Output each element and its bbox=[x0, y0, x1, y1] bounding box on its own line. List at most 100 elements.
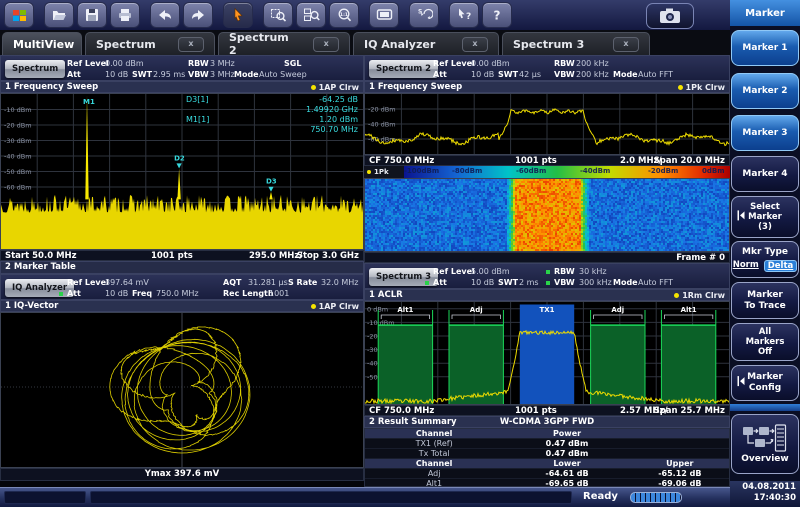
tab-multiview[interactable]: MultiView bbox=[2, 32, 82, 55]
tab-close-button[interactable]: x bbox=[313, 37, 339, 52]
windows-logo-icon[interactable] bbox=[4, 2, 34, 28]
tab-close-button[interactable]: x bbox=[462, 37, 488, 52]
ref-level-label: Ref Level bbox=[433, 59, 475, 68]
aclr-window-titlebar[interactable]: 1 ACLR 1Rm Clrw bbox=[364, 289, 730, 301]
channel-tabbar: MultiView Spectrum x Spectrum 2x IQ Analy… bbox=[0, 30, 730, 55]
date-time-display: 04.08.2011 17:40:30 bbox=[730, 481, 800, 507]
spectrum1-chart[interactable]: -10 dBm-20 dBm-30 dBm-40 dBm-50 dBm-60 d… bbox=[0, 93, 364, 250]
question-mark-icon: ? bbox=[489, 7, 505, 23]
zoom-area-icon bbox=[270, 7, 287, 23]
marker-to-trace-softkey[interactable]: MarkerTo Trace bbox=[731, 282, 799, 319]
select-marker-softkey[interactable]: SelectMarker(3) bbox=[731, 196, 799, 238]
spectrum2-channel-chip[interactable]: Spectrum 2 bbox=[369, 60, 438, 78]
svg-text:Adj: Adj bbox=[611, 306, 624, 314]
svg-text:-60 dBm: -60 dBm bbox=[4, 184, 32, 192]
marker-level: 1.20 dBm bbox=[319, 115, 358, 125]
vbw-label: VBW bbox=[554, 278, 575, 287]
all-markers-off-softkey[interactable]: AllMarkersOff bbox=[731, 323, 799, 361]
svg-text:?: ? bbox=[466, 12, 471, 22]
iq-analyzer-header: IQ Analyzer Ref Level 397.64 mV AQT 31.2… bbox=[0, 274, 364, 300]
tab-close-button[interactable]: x bbox=[613, 37, 639, 52]
iq-vector-chart[interactable] bbox=[0, 312, 364, 468]
tab-spectrum2[interactable]: Spectrum 2x bbox=[218, 32, 350, 55]
aqt-label: AQT bbox=[223, 278, 241, 287]
marker-config-softkey[interactable]: MarkerConfig bbox=[731, 365, 799, 401]
left-arrow-bar-icon bbox=[737, 210, 745, 224]
zoom-area-button[interactable] bbox=[263, 2, 293, 28]
overview-softkey[interactable]: Overview bbox=[731, 414, 799, 474]
undo-arrow-icon bbox=[157, 7, 173, 23]
status-green-dot bbox=[546, 270, 550, 274]
result-summary-titlebar[interactable]: 2 Result Summary W-CDMA 3GPP FWD bbox=[364, 416, 730, 428]
ref-level-label: Ref Level bbox=[67, 278, 109, 287]
delta-toggle[interactable]: Delta bbox=[764, 260, 798, 272]
spectrum3-header: Spectrum 3 Ref Level 5.00 dBm RBW 30 kHz… bbox=[364, 263, 730, 289]
rbw-value: 3 MHz bbox=[210, 59, 235, 68]
marker-table-titlebar[interactable]: 2 Marker Table bbox=[0, 261, 364, 274]
vbw-value: 300 kHz bbox=[579, 278, 612, 287]
marker-name: M1[1] bbox=[186, 115, 209, 125]
mode-label: Mode bbox=[613, 70, 638, 79]
print-button[interactable] bbox=[110, 2, 140, 28]
svg-text:Alt1: Alt1 bbox=[681, 306, 697, 314]
tab-label: Spectrum bbox=[96, 38, 156, 51]
att-value: 10 dB bbox=[105, 70, 128, 79]
iq-vector-window-titlebar[interactable]: 1 IQ-Vector 1AP Clrw bbox=[0, 300, 364, 312]
window-title: 1 IQ-Vector bbox=[5, 301, 58, 311]
display-layout-button[interactable] bbox=[369, 2, 399, 28]
swt-value: 2 ms bbox=[519, 278, 539, 287]
standard-name: W-CDMA 3GPP FWD bbox=[500, 417, 594, 428]
tab-spectrum[interactable]: Spectrum x bbox=[85, 32, 215, 55]
marker3-softkey[interactable]: Marker 3 bbox=[731, 115, 799, 151]
window-title: 1 Frequency Sweep bbox=[5, 82, 98, 92]
center-freq: CF 750.0 MHz bbox=[369, 156, 434, 166]
scale-tick: -100dBm bbox=[404, 167, 439, 175]
pointer-select-button[interactable] bbox=[223, 2, 253, 28]
sync-refresh-icon: S bbox=[416, 7, 433, 23]
zoom-multi-button[interactable] bbox=[296, 2, 326, 28]
aclr-chart[interactable]: 0 dBm-10 dBm-20 dBm-30 dBm-40 dBm-50 dBm… bbox=[364, 301, 730, 405]
screenshot-camera-button[interactable] bbox=[646, 3, 694, 29]
marker2-softkey[interactable]: Marker 2 bbox=[731, 73, 799, 109]
marker4-softkey[interactable]: Marker 4 bbox=[731, 156, 799, 192]
spectrum2-chart[interactable]: -20 dBm-40 dBm-60 dBm bbox=[364, 93, 730, 155]
context-help-button[interactable]: ? bbox=[449, 2, 479, 28]
result-summary-table: ChannelPower TX1 (Ref)0.47 dBm Tx Total0… bbox=[364, 428, 730, 487]
svg-text:-10 dBm: -10 dBm bbox=[4, 106, 32, 114]
softkey-menu-title: Marker bbox=[730, 0, 800, 26]
tab-spectrum3[interactable]: Spectrum 3x bbox=[502, 32, 650, 55]
mode-value: Auto Sweep bbox=[259, 70, 307, 79]
swt-label: SWT bbox=[132, 70, 152, 79]
windows-logo-glyph bbox=[12, 8, 27, 23]
save-button[interactable] bbox=[77, 2, 107, 28]
sync-refresh-button[interactable]: S bbox=[409, 2, 439, 28]
spectrum1-header: Spectrum Ref Level 0.00 dBm RBW 3 MHz SG… bbox=[0, 55, 364, 81]
spectrum2-window-titlebar[interactable]: 1 Frequency Sweep 1Pk Clrw bbox=[364, 81, 730, 93]
aclr-axis-bar: CF 750.0 MHz 1001 pts 2.57 MHz/ Span 25.… bbox=[364, 405, 730, 416]
window-title: 1 ACLR bbox=[369, 290, 403, 300]
tab-close-button[interactable]: x bbox=[178, 37, 204, 52]
tab-iq-analyzer[interactable]: IQ Analyzerx bbox=[353, 32, 499, 55]
att-label: Att bbox=[67, 289, 81, 298]
mode-label: Mode bbox=[613, 278, 638, 287]
frame-number: Frame # 0 bbox=[676, 253, 725, 263]
spectrum1-window-titlebar[interactable]: 1 Frequency Sweep 1AP Clrw bbox=[0, 81, 364, 93]
help-button[interactable]: ? bbox=[482, 2, 512, 28]
att-value: 10 dB bbox=[105, 289, 128, 298]
spectrogram-trace-chip: 1Pk Clrw bbox=[364, 166, 404, 178]
printer-icon bbox=[117, 7, 133, 23]
open-file-button[interactable] bbox=[44, 2, 74, 28]
swt-label: SWT bbox=[498, 278, 518, 287]
undo-button[interactable] bbox=[150, 2, 180, 28]
marker1-softkey[interactable]: Marker 1 bbox=[731, 30, 799, 66]
svg-text:TX1: TX1 bbox=[539, 306, 554, 314]
trace-badge: 1Rm Clrw bbox=[674, 290, 725, 301]
marker-type-softkey[interactable]: Mkr Type NormDelta bbox=[731, 241, 799, 278]
trace-badge: 1Pk Clrw bbox=[678, 82, 725, 93]
spectrum1-channel-chip[interactable]: Spectrum bbox=[5, 60, 65, 78]
zoom-1to1-button[interactable]: 1:1 bbox=[329, 2, 359, 28]
iq-channel-chip[interactable]: IQ Analyzer bbox=[5, 279, 74, 297]
redo-button[interactable] bbox=[183, 2, 213, 28]
spectrogram-waterfall[interactable] bbox=[364, 178, 730, 252]
norm-toggle[interactable]: Norm bbox=[733, 260, 759, 272]
